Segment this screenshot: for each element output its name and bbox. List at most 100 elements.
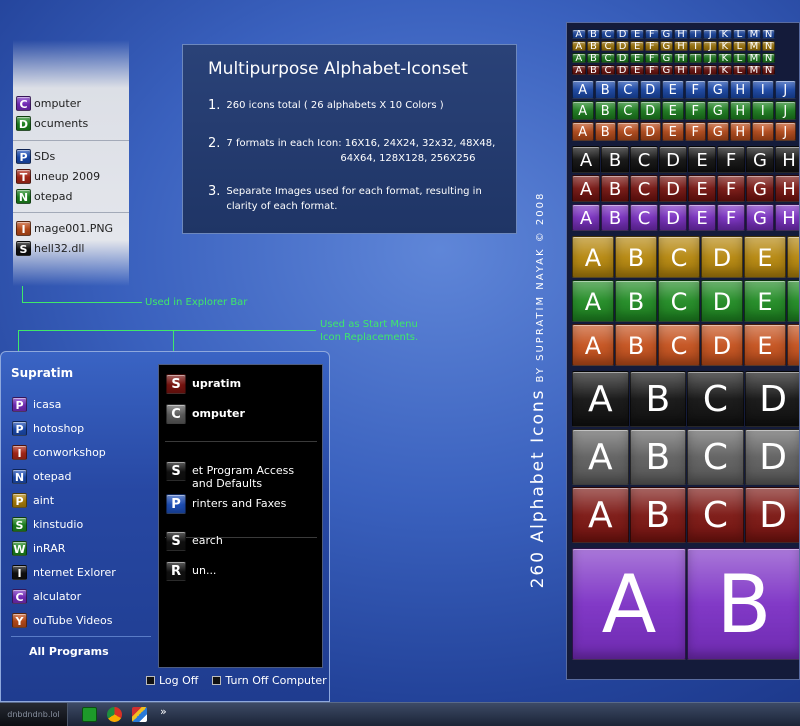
letter-j-tile: J <box>774 101 796 120</box>
letter-a-tile: A <box>572 236 614 278</box>
start-menu-program-label: hotoshop <box>33 421 85 435</box>
paint-icon[interactable] <box>132 707 147 722</box>
letter-c-tile: C <box>630 175 658 202</box>
start-menu-programs-list: Picasa Photoshop Iconworkshop Notepad Paint S… <box>1 392 156 632</box>
letter-f-tile: F <box>717 204 745 231</box>
explorer-item-label: ocuments <box>34 116 89 130</box>
letter-b-tile: B <box>687 548 799 660</box>
letter-e-tile: E <box>688 146 716 173</box>
letter-i-icon: I <box>12 564 27 580</box>
letter-c-icon: C <box>166 404 186 424</box>
letter-s-icon: S <box>166 531 186 551</box>
letter-b-tile: B <box>586 53 601 64</box>
explorer-item[interactable]: Notepad <box>13 186 129 206</box>
start-menu-program-item[interactable]: YouTube Videos <box>1 608 156 632</box>
chrome-icon[interactable] <box>107 707 122 722</box>
start-menu-place-label: upratim <box>192 377 242 390</box>
letter-l-tile: L <box>732 41 747 52</box>
explorer-group-2: P SDs Tuneup 2009 Notepad <box>13 140 129 206</box>
explorer-item[interactable]: Tuneup 2009 <box>13 166 129 186</box>
start-menu-program-item[interactable]: Internet Exlorer <box>1 560 156 584</box>
letter-g-tile: G <box>707 101 729 120</box>
start-menu-program-label: ouTube Videos <box>33 613 113 627</box>
start-menu-program-item[interactable]: Paint <box>1 488 156 512</box>
letter-c-tile: C <box>630 146 658 173</box>
letter-d-tile: D <box>744 429 799 485</box>
letter-b-tile: B <box>586 41 601 52</box>
letter-j-tile: J <box>703 41 717 52</box>
start-menu-place-item[interactable]: Run... <box>166 561 316 581</box>
letter-a-tile: A <box>572 41 586 52</box>
start-menu-program-item[interactable]: Calculator <box>1 584 156 608</box>
letter-d-tile: D <box>659 204 687 231</box>
start-menu-program-item[interactable]: Iconworkshop <box>1 440 156 464</box>
utorrent-icon[interactable] <box>82 707 97 722</box>
start-menu-place-item[interactable]: Computer <box>166 404 316 424</box>
start-menu-place-item[interactable]: Set Program Access and Defaults <box>166 461 316 490</box>
preview-title: 260 Alphabet Icons <box>528 388 548 589</box>
letter-f-tile: F <box>684 80 706 99</box>
letter-f-tile: F <box>717 175 745 202</box>
start-menu-program-item[interactable]: Picasa <box>1 392 156 416</box>
letter-g-tile: G <box>746 175 774 202</box>
letter-d-tile: D <box>659 175 687 202</box>
all-programs-button[interactable]: All Programs <box>29 645 109 658</box>
letter-k-tile: K <box>718 53 732 64</box>
letter-i-tile: I <box>752 80 774 99</box>
taskbar-overflow-chevron[interactable]: » <box>160 705 167 718</box>
letter-c-tile: C <box>617 101 639 120</box>
start-menu-place-label: et Program Access and Defaults <box>192 464 295 490</box>
start-menu-program-item[interactable]: Notepad <box>1 464 156 488</box>
start-menu-program-item[interactable]: WinRAR <box>1 536 156 560</box>
info-point-2: 2. 7 formats in each Icon: 16X16, 24X24,… <box>208 136 495 166</box>
start-menu-footer: Log Off Turn Off Computer <box>146 674 327 687</box>
letter-i-icon: I <box>12 444 27 460</box>
start-menu-place-item[interactable]: Search <box>166 531 316 551</box>
letter-n-tile: N <box>761 29 776 40</box>
letter-h-tile: H <box>729 80 751 99</box>
letter-d-tile: D <box>744 371 799 427</box>
log-off-button[interactable]: Log Off <box>146 674 198 687</box>
letter-w-icon: W <box>12 540 27 556</box>
explorer-item[interactable]: Image001.PNG <box>13 218 129 238</box>
start-menu-place-item[interactable]: Printers and Faxes <box>166 494 316 514</box>
explorer-annotation-line <box>22 286 23 303</box>
letter-j-tile: J <box>774 80 796 99</box>
letter-b-tile: B <box>594 101 616 120</box>
letter-j-tile: J <box>703 65 717 76</box>
letter-d-icon: D <box>16 115 31 131</box>
letter-e-tile: E <box>744 280 786 322</box>
start-menu-place-label: rinters and Faxes <box>192 497 287 510</box>
turn-off-button[interactable]: Turn Off Computer <box>212 674 327 687</box>
explorer-item-label: hell32.dll <box>34 241 85 255</box>
start-menu-places-panel: Supratim Computer Set Program Access and D… <box>158 364 323 668</box>
letter-l-tile: L <box>732 29 747 40</box>
log-off-label: Log Off <box>159 674 199 687</box>
info-point-text: Separate Images used for each format, re… <box>226 186 482 197</box>
letter-a-tile: A <box>572 371 629 427</box>
letter-n-icon: N <box>16 188 31 204</box>
divider <box>11 636 151 637</box>
letter-d-tile: D <box>701 280 743 322</box>
explorer-item[interactable]: P SDs <box>13 146 129 166</box>
start-menu-place-label: omputer <box>192 407 245 420</box>
explorer-item[interactable]: Computer <box>13 93 129 113</box>
divider <box>165 441 317 442</box>
info-panel: Multipurpose Alphabet-Iconset 1. 260 ico… <box>182 44 517 234</box>
letter-c-tile: C <box>658 324 700 366</box>
info-point-number: 1. <box>208 98 221 113</box>
explorer-item[interactable]: Shell32.dll <box>13 238 129 258</box>
start-menu-program-item[interactable]: Photoshop <box>1 416 156 440</box>
letter-g-tile: G <box>707 80 729 99</box>
start-button[interactable]: dnbdndnb.lol <box>0 703 68 726</box>
letter-p-icon: P <box>166 494 186 514</box>
letter-t-icon: T <box>16 168 31 184</box>
letter-j-tile: J <box>774 122 796 141</box>
start-menu-place-item[interactable]: Supratim <box>166 374 316 394</box>
letter-d-tile: D <box>615 41 630 52</box>
start-menu-program-item[interactable]: Skinstudio <box>1 512 156 536</box>
letter-a-tile: A <box>572 80 594 99</box>
letter-f-tile: F <box>645 29 659 40</box>
log-off-icon <box>146 676 155 685</box>
explorer-item[interactable]: Documents <box>13 113 129 133</box>
